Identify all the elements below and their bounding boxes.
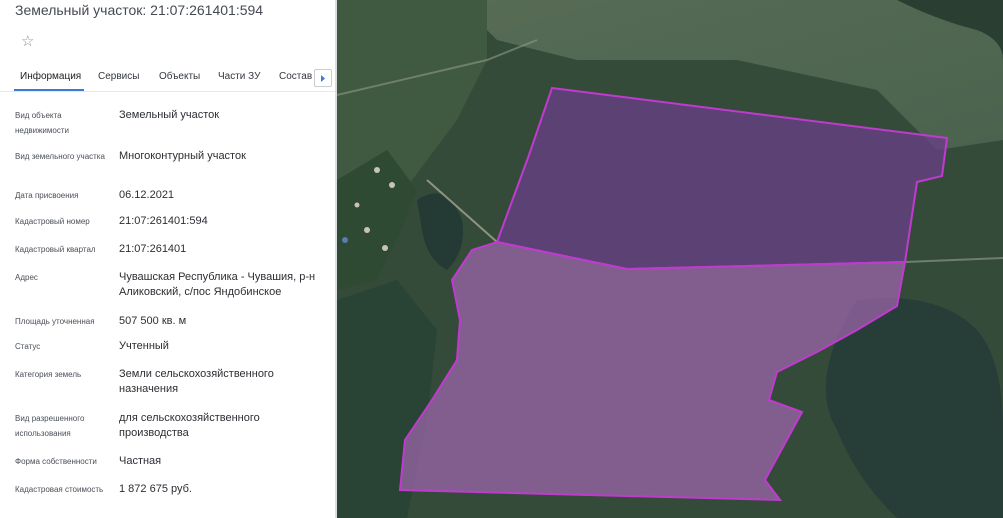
active-tab-indicator — [14, 89, 84, 91]
tab-bar: Информация Сервисы Объекты Части ЗУ Сост… — [0, 66, 337, 92]
chevron-right-icon — [321, 75, 325, 82]
info-label: Форма собственности — [15, 457, 97, 466]
info-value: Земли сельскохозяйственного назначения — [119, 368, 274, 395]
info-value: 21:07:261401 — [119, 243, 187, 255]
info-label: Категория земель — [15, 370, 82, 379]
tab-objects[interactable]: Объекты — [159, 71, 200, 82]
info-value: для сельскохозяйственного производства — [119, 412, 260, 439]
tab-composition[interactable]: Состав — [279, 71, 312, 82]
info-label: Дата присвоения — [15, 191, 79, 200]
info-value: Учтенный — [119, 340, 169, 352]
info-label: Кадастровая стоимость — [15, 485, 104, 494]
info-value: Частная — [119, 455, 162, 467]
tab-parts[interactable]: Части ЗУ — [218, 71, 260, 82]
info-value: Многоконтурный участок — [119, 150, 246, 162]
info-panel: Земельный участок: 21:07:261401:594 ☆ Ин… — [0, 0, 337, 518]
info-value: 507 500 кв. м — [119, 315, 187, 327]
tab-scroll-button[interactable] — [314, 69, 332, 87]
info-label: Статус — [15, 342, 41, 351]
info-label: Площадь уточненная — [15, 317, 95, 326]
info-label: Кадастровый номер — [15, 217, 90, 226]
page-title: Земельный участок: 21:07:261401:594 — [15, 2, 264, 18]
info-value: Земельный участок — [119, 109, 220, 121]
info-label: Кадастровый квартал — [15, 245, 96, 254]
info-label: Вид разрешенного использования — [15, 414, 85, 438]
info-value: Чувашская Республика - Чувашия, р-н Алик… — [119, 271, 316, 298]
info-value: 06.12.2021 — [119, 189, 175, 201]
tab-information[interactable]: Информация — [20, 71, 81, 82]
tab-services[interactable]: Сервисы — [98, 71, 139, 82]
star-icon[interactable]: ☆ — [21, 33, 34, 51]
info-value: 21:07:261401:594 — [119, 215, 208, 227]
info-label: Вид объекта недвижимости — [15, 111, 69, 135]
info-value: 1 872 675 руб. — [119, 483, 192, 495]
info-label: Вид земельного участка — [15, 152, 105, 161]
satellite-map[interactable] — [337, 0, 1003, 518]
info-label: Адрес — [15, 273, 38, 282]
